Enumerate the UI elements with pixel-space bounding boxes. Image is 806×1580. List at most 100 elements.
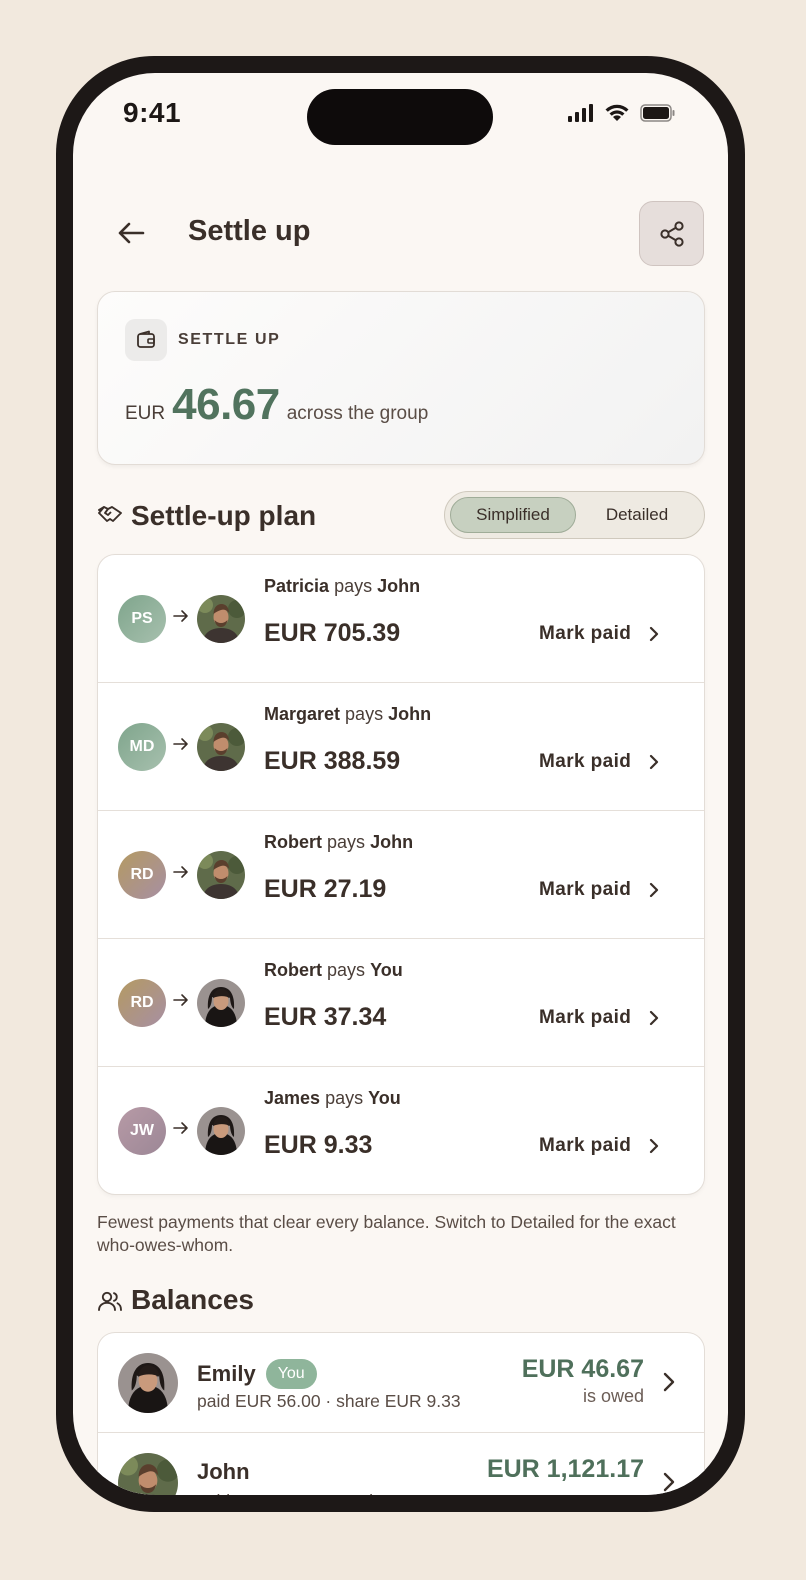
payer-avatar: MD	[118, 723, 166, 771]
payee-avatar	[197, 595, 245, 643]
payee-name: You	[368, 1088, 401, 1108]
member-avatar	[118, 1453, 178, 1495]
pays-label: pays	[327, 832, 366, 852]
chevron-right-icon	[650, 1138, 659, 1154]
payer-name: Robert	[264, 960, 322, 980]
payments-list: PS Patricia pays John EUR 705.39 Mark paid M…	[97, 554, 705, 1195]
status-icons	[568, 103, 676, 122]
member-balance: EUR 46.67 is owed	[522, 1355, 644, 1407]
balance-detail-chevron[interactable]	[662, 1371, 676, 1398]
summary-total: 46.67	[172, 380, 280, 429]
mark-paid-label: Mark paid	[539, 1007, 632, 1028]
pays-label: pays	[345, 704, 384, 724]
top-bar: Settle up	[73, 201, 728, 266]
arrow-right-icon	[173, 1122, 188, 1134]
summary-suffix: across the group	[286, 403, 429, 424]
wifi-icon	[605, 104, 629, 121]
payment-row[interactable]: JW James pays You EUR 9.33 Mark paid	[98, 1067, 704, 1194]
payment-description: Robert pays You	[264, 960, 403, 981]
payment-amount: EUR 37.34	[264, 1003, 387, 1031]
payee-avatar	[197, 723, 245, 771]
payer-avatar: PS	[118, 595, 166, 643]
mark-paid-button[interactable]: Mark paid	[539, 751, 659, 773]
member-name-row: Emily You	[197, 1359, 317, 1389]
balances-title: Balances	[131, 1284, 254, 1315]
mark-paid-button[interactable]: Mark paid	[539, 623, 659, 645]
balances-list: Emily You paid EUR 56.00 · share EUR 9.33 E…	[97, 1332, 705, 1495]
payer-name: Margaret	[264, 704, 341, 724]
arrow-right-icon	[173, 610, 188, 622]
mark-paid-label: Mark paid	[539, 879, 632, 900]
member-name: John	[197, 1459, 250, 1484]
balance-row[interactable]: Emily You paid EUR 56.00 · share EUR 9.33 E…	[98, 1333, 704, 1433]
payment-description: James pays You	[264, 1088, 401, 1109]
arrow-right-icon	[173, 994, 188, 1006]
payee-name: You	[370, 960, 403, 980]
payer-initials: PS	[131, 610, 153, 627]
summary-currency: EUR	[125, 403, 166, 424]
plan-title: Settle-up plan	[131, 500, 317, 531]
dynamic-island	[307, 89, 493, 145]
plan-header: Settle-up plan Simplified Detailed	[97, 491, 705, 539]
payer-initials: RD	[130, 866, 154, 883]
you-badge: You	[265, 1359, 317, 1389]
app-screen: 9:41 Settle up SETTLE UP EUR 46.67 acros	[73, 73, 728, 1495]
payment-amount: EUR 27.19	[264, 875, 387, 903]
summary-label: SETTLE UP	[178, 331, 281, 348]
summary-amount: EUR 46.67 across the group	[125, 380, 428, 430]
wallet-badge	[125, 319, 167, 361]
handshake-icon	[98, 506, 122, 522]
payer-initials: RD	[130, 994, 154, 1011]
chevron-right-icon	[650, 626, 659, 642]
wallet-icon	[137, 330, 155, 348]
member-name: Emily	[197, 1361, 256, 1386]
pays-label: pays	[334, 576, 373, 596]
settle-summary-card: SETTLE UP EUR 46.67 across the group	[97, 291, 705, 465]
chevron-right-icon	[663, 1372, 675, 1392]
toggle-detailed[interactable]: Detailed	[577, 497, 697, 533]
payer-name: Robert	[264, 832, 322, 852]
payee-avatar	[197, 1107, 245, 1155]
payment-row[interactable]: PS Patricia pays John EUR 705.39 Mark paid	[98, 555, 704, 683]
payee-name: John	[388, 704, 432, 724]
payer-initials: MD	[129, 738, 155, 755]
balance-amount: EUR 1,121.17	[486, 1455, 644, 1483]
payment-row[interactable]: RD Robert pays John EUR 27.19 Mark paid	[98, 811, 704, 939]
battery-icon	[640, 103, 675, 122]
payment-amount: EUR 388.59	[264, 747, 401, 775]
mark-paid-label: Mark paid	[539, 623, 632, 644]
member-paid-share: paid EUR 2,722.71 · share EUR	[197, 1491, 446, 1495]
payment-description: Patricia pays John	[264, 576, 420, 597]
phone-frame: 9:41 Settle up SETTLE UP EUR 46.67 acros	[56, 56, 745, 1512]
plan-note: Fewest payments that clear every balance…	[97, 1212, 676, 1255]
mark-paid-button[interactable]: Mark paid	[539, 879, 659, 901]
pays-label: pays	[325, 1088, 364, 1108]
payer-name: Patricia	[264, 576, 330, 596]
arrow-right-icon	[173, 866, 188, 878]
chevron-right-icon	[663, 1472, 675, 1492]
share-button[interactable]	[639, 201, 704, 266]
balance-row[interactable]: John paid EUR 2,722.71 · share EUR EUR 1,1…	[98, 1433, 704, 1495]
chevron-right-icon	[650, 1010, 659, 1026]
payment-amount: EUR 705.39	[264, 619, 401, 647]
chevron-right-icon	[650, 754, 659, 770]
share-icon	[659, 220, 684, 247]
member-paid-share: paid EUR 56.00 · share EUR 9.33	[197, 1391, 461, 1411]
arrow-right-icon	[173, 738, 188, 750]
member-balance: EUR 1,121.17	[487, 1455, 644, 1484]
payer-avatar: RD	[118, 851, 166, 899]
payer-name: James	[264, 1088, 321, 1108]
payment-row[interactable]: MD Margaret pays John EUR 388.59 Mark paid	[98, 683, 704, 811]
mark-paid-button[interactable]: Mark paid	[539, 1007, 659, 1029]
back-button[interactable]	[113, 215, 149, 251]
payee-avatar	[197, 979, 245, 1027]
mark-paid-label: Mark paid	[539, 1135, 632, 1156]
mark-paid-button[interactable]: Mark paid	[539, 1135, 659, 1157]
toggle-simplified[interactable]: Simplified	[450, 497, 576, 533]
payment-description: Margaret pays John	[264, 704, 431, 725]
payment-row[interactable]: RD Robert pays You EUR 37.34 Mark paid	[98, 939, 704, 1067]
payment-description: Robert pays John	[264, 832, 413, 853]
balance-detail-chevron[interactable]	[662, 1471, 676, 1495]
mark-paid-label: Mark paid	[539, 751, 632, 772]
payer-initials: JW	[130, 1122, 154, 1139]
